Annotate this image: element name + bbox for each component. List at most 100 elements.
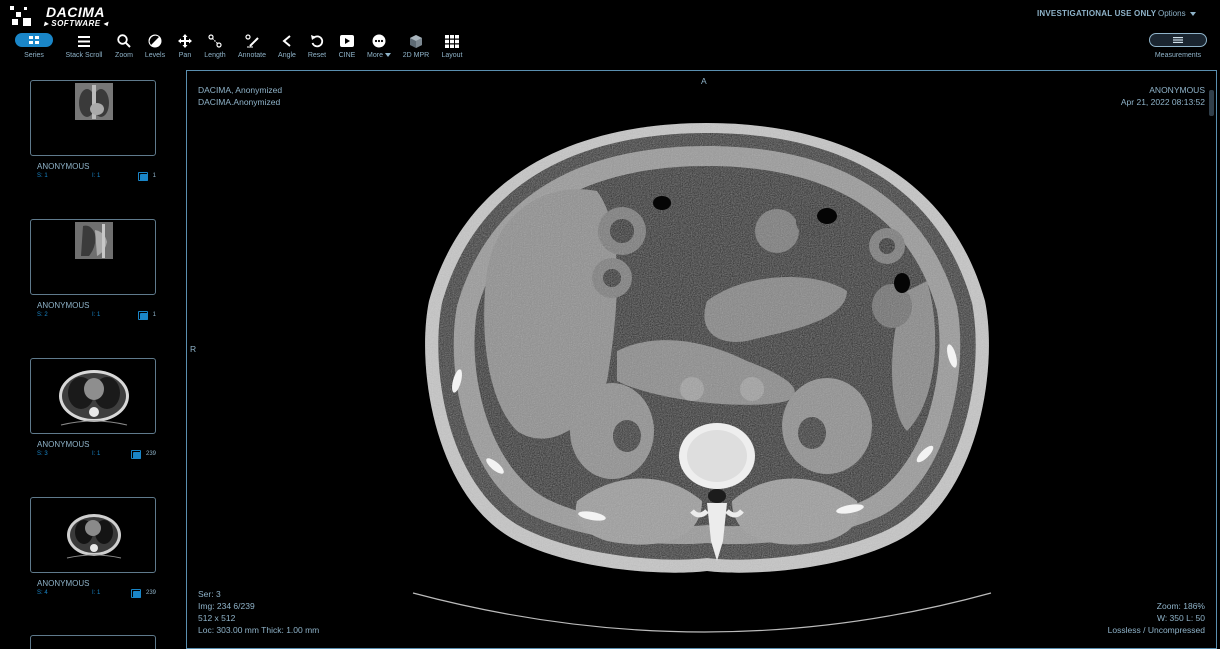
undo-icon [311,35,324,48]
pan-tool[interactable]: Pan [174,32,196,64]
image-number: I: 1 [92,451,101,457]
contrast-icon [148,34,162,48]
layout-tool[interactable]: Layout [439,32,465,64]
bars-icon [78,35,90,47]
zoom-tool[interactable]: Zoom [112,32,136,64]
cine-tool[interactable]: CINE [335,32,359,64]
image-number: I: 1 [92,173,101,179]
series-info: Ser: 3 [198,589,221,599]
ct-thumbnail-image [59,370,129,426]
grid-icon [445,34,459,48]
angle-icon [282,35,291,47]
thumbnail-frame[interactable] [30,219,156,295]
patient-name: ANONYMOUS [37,579,90,588]
reset-tool[interactable]: Reset [305,32,329,64]
series-number: S: 1 [37,173,48,179]
institution-name: DACIMA, Anonymized [198,85,283,95]
viewport-scrollbar[interactable] [1209,90,1214,116]
investigational-notice: INVESTIGATIONAL USE ONLY [1037,9,1157,18]
chevron-down-icon [384,53,391,58]
compression-info: Lossless / Uncompressed [1107,625,1205,635]
series-thumbnail[interactable]: ANONYMOUS S: 2 I: 1 1 [30,219,156,322]
angle-tool[interactable]: Angle [276,32,298,64]
image-count: 1 [152,312,156,318]
study-info: ANONYMOUS Apr 21, 2022 08:13:52 [1121,84,1205,108]
thumbnail-frame[interactable] [30,497,156,573]
series-sidebar: ANONYMOUS S: 1 I: 1 1 ANONYMOUS S: 2 I: … [0,70,186,649]
list-icon [1173,37,1183,43]
logo-subtitle: ▸ SOFTWARE ◂ [44,19,108,28]
measurements-label: Measurements [1154,52,1202,59]
move-icon [178,34,192,48]
length-tool[interactable]: Length [202,32,228,64]
xray-thumbnail-image [75,83,113,120]
levels-tool[interactable]: Levels [142,32,168,64]
stack-icon [138,172,148,181]
patient-info: DACIMA, Anonymized DACIMA.Anonymized [198,84,282,108]
ruler-icon [208,34,222,48]
search-icon [117,34,131,48]
logo-title: DACIMA [46,4,105,20]
thumbnail-frame[interactable] [30,358,156,434]
stack-scroll-label: Stack Scroll [65,52,103,59]
stack-icon [131,589,141,598]
patient-name: ANONYMOUS [37,162,90,171]
measurements-button[interactable] [1149,33,1207,47]
zoom-label: Zoom [115,52,133,59]
more-tool[interactable]: More [365,32,393,64]
chevron-down-icon [1189,11,1196,16]
pan-label: Pan [178,52,192,59]
series-number: S: 4 [37,590,48,596]
ct-scan-image [412,123,992,633]
series-thumbnail[interactable]: ANONYMOUS S: 3 I: 1 239 [30,358,156,461]
app-logo: DACIMA ▸ SOFTWARE ◂ [8,4,108,30]
window-level: W: 350 L: 50 [1156,613,1205,623]
annotate-label: Annotate [237,52,267,59]
image-number: I: 1 [92,590,101,596]
image-count: 239 [145,451,156,457]
options-menu[interactable]: Options [1158,9,1196,18]
series-meta: S: 1 I: 1 1 [30,172,156,183]
image-viewport[interactable]: DACIMA, Anonymized DACIMA.Anonymized ANO… [186,70,1217,649]
cube-icon [410,34,422,48]
series-thumbnail[interactable] [30,635,156,649]
image-count: 1 [152,173,156,179]
series-meta: S: 4 I: 1 239 [30,589,156,600]
angle-label: Angle [278,52,296,59]
stack-icon [138,311,148,320]
ellipsis-icon [372,34,386,48]
mpr-tool[interactable]: 2D MPR [400,32,432,64]
layout-label: Layout [441,52,463,59]
reset-label: Reset [307,52,327,59]
series-meta: S: 2 I: 1 1 [30,311,156,322]
series-thumbnail[interactable]: ANONYMOUS S: 1 I: 1 1 [30,80,156,183]
more-label: More [365,52,393,59]
mpr-label: 2D MPR [402,52,430,59]
series-button[interactable] [15,33,53,47]
matrix-size: 512 x 512 [198,613,236,623]
series-number: S: 2 [37,312,48,318]
image-number: I: 1 [92,312,101,318]
series-meta: S: 3 I: 1 239 [30,450,156,461]
series-number: S: 3 [37,451,48,457]
stack-scroll-tool[interactable]: Stack Scroll [63,32,105,64]
zoom-level: Zoom: 186% [1156,601,1205,611]
stack-icon [131,450,141,459]
patient-name-overlay: ANONYMOUS [1149,85,1205,95]
top-toolbar: DACIMA ▸ SOFTWARE ◂ Series Stack Scroll … [0,0,1220,68]
logo-mark-icon [8,4,36,30]
series-label: Series [24,52,44,59]
xray-thumbnail-image [75,222,113,259]
play-icon [340,35,354,47]
orientation-top: A [701,76,707,86]
image-index: Img: 234 6/239 [198,601,255,611]
patient-name: ANONYMOUS [37,440,90,449]
series-thumbnail[interactable]: ANONYMOUS S: 4 I: 1 239 [30,497,156,600]
levels-label: Levels [144,52,166,59]
annotate-tool[interactable]: Annotate [236,32,268,64]
image-info: Ser: 3 Img: 234 6/239 512 x 512 Loc: 303… [198,588,319,636]
study-description: DACIMA.Anonymized [198,97,281,107]
image-count: 239 [145,590,156,596]
thumbnail-frame[interactable] [30,80,156,156]
pencil-icon [244,34,259,48]
